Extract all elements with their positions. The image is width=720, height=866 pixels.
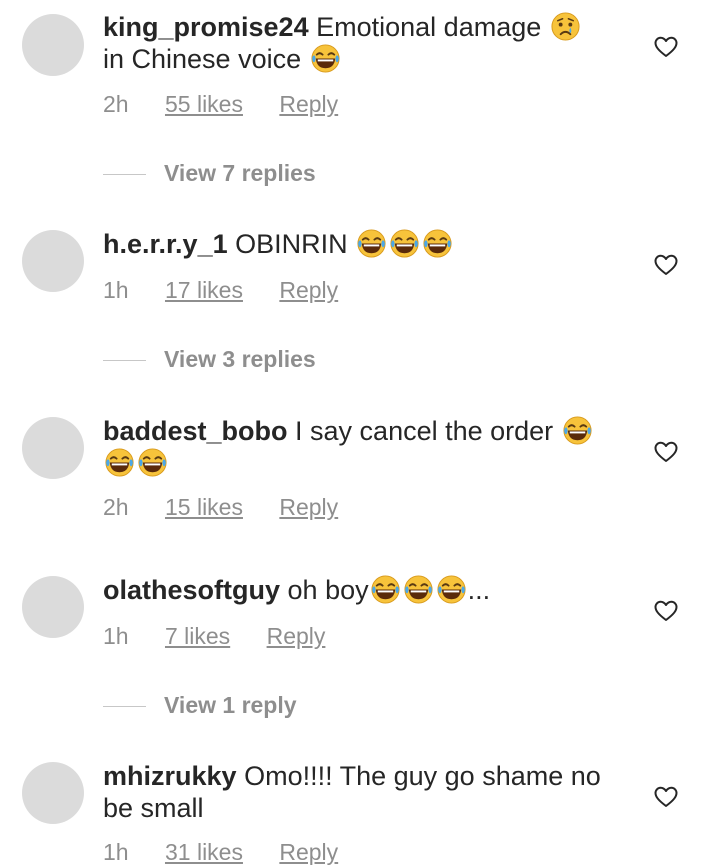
laughing-tears-emoji [436, 574, 467, 605]
comment-meta: 1h 17 likes Reply [103, 277, 338, 304]
divider-line [103, 360, 146, 362]
divider-line [103, 174, 146, 176]
comment-likes-link[interactable]: 15 likes [165, 494, 243, 521]
heart-icon[interactable] [654, 36, 678, 58]
view-replies-label: View 3 replies [164, 346, 316, 372]
comment-meta: 2h 55 likes Reply [103, 91, 338, 118]
comment-time: 1h [103, 277, 129, 303]
reply-link[interactable]: Reply [279, 839, 338, 866]
comment-text: oh boy [287, 575, 369, 605]
comment-meta: 2h 15 likes Reply [103, 494, 338, 521]
heart-icon[interactable] [654, 786, 678, 808]
avatar[interactable] [22, 14, 84, 76]
laughing-tears-emoji [389, 228, 420, 259]
comment-username[interactable]: olathesoftguy [103, 575, 280, 605]
laughing-tears-emoji [356, 228, 387, 259]
comment-text-line2: in Chinese voice [103, 44, 302, 74]
comment-username[interactable]: mhizrukky [103, 761, 237, 791]
comment-username[interactable]: baddest_bobo [103, 416, 288, 446]
comment-body: olathesoftguy oh boy... [103, 574, 623, 606]
comment-time: 1h [103, 623, 129, 649]
view-replies-label: View 7 replies [164, 160, 316, 186]
laughing-tears-emoji [422, 228, 453, 259]
laughing-tears-emoji [562, 415, 593, 446]
comment-text: I say cancel the order [295, 416, 554, 446]
comment-meta: 1h 7 likes Reply [103, 623, 325, 650]
comment-username[interactable]: h.e.r.r.y_1 [103, 229, 228, 259]
laughing-tears-emoji [310, 43, 341, 74]
comment-text: Emotional damage [316, 12, 542, 42]
comment-text-line2: be small [103, 793, 204, 823]
avatar[interactable] [22, 762, 84, 824]
view-replies-button[interactable]: View 7 replies [103, 160, 316, 187]
laughing-tears-emoji [403, 574, 434, 605]
reply-link[interactable]: Reply [279, 91, 338, 118]
comment-likes-link[interactable]: 17 likes [165, 277, 243, 304]
comment-text: Omo!!!! The guy go shame no [244, 761, 601, 791]
comment-likes-link[interactable]: 31 likes [165, 839, 243, 866]
comment-time: 2h [103, 91, 129, 117]
comment-body: h.e.r.r.y_1 OBINRIN [103, 228, 623, 260]
view-replies-button[interactable]: View 3 replies [103, 346, 316, 373]
comment-ellipsis: ... [467, 575, 491, 605]
comment-likes-link[interactable]: 7 likes [165, 623, 230, 650]
comment-body: mhizrukky Omo!!!! The guy go shame no be… [103, 760, 623, 824]
laughing-tears-emoji [137, 447, 168, 478]
comment-username[interactable]: king_promise24 [103, 12, 309, 42]
laughing-tears-emoji [104, 447, 135, 478]
comment-body: baddest_bobo I say cancel the order [103, 415, 623, 479]
heart-icon[interactable] [654, 254, 678, 276]
comment-time: 2h [103, 494, 129, 520]
reply-link[interactable]: Reply [279, 494, 338, 521]
avatar[interactable] [22, 576, 84, 638]
avatar[interactable] [22, 417, 84, 479]
comment-text: OBINRIN [235, 229, 348, 259]
reply-link[interactable]: Reply [267, 623, 326, 650]
comment-likes-link[interactable]: 55 likes [165, 91, 243, 118]
divider-line [103, 706, 146, 708]
reply-link[interactable]: Reply [279, 277, 338, 304]
view-replies-label: View 1 reply [164, 692, 297, 718]
crying-face-emoji [550, 11, 581, 42]
heart-icon[interactable] [654, 600, 678, 622]
heart-icon[interactable] [654, 441, 678, 463]
view-replies-button[interactable]: View 1 reply [103, 692, 297, 719]
comment-meta: 1h 31 likes Reply [103, 839, 338, 866]
comment-time: 1h [103, 839, 129, 865]
comment-body: king_promise24 Emotional damage in Chine… [103, 11, 623, 75]
laughing-tears-emoji [370, 574, 401, 605]
avatar[interactable] [22, 230, 84, 292]
